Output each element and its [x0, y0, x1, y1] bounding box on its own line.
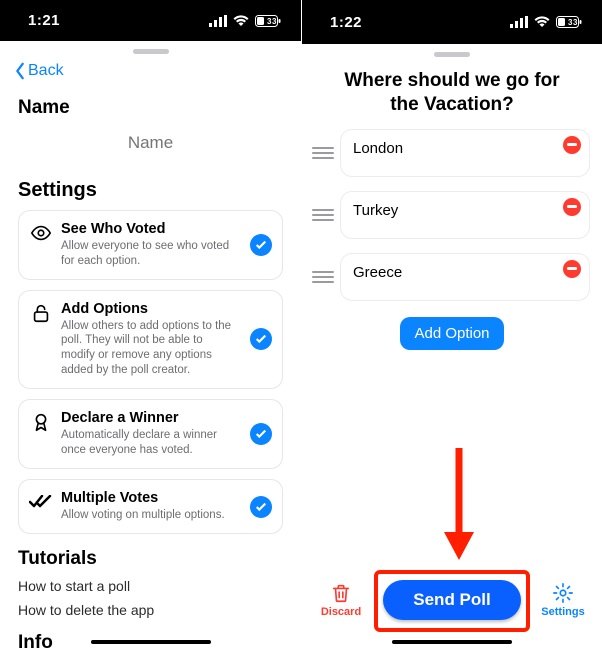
setting-title: See Who Voted [61, 221, 238, 237]
back-label: Back [28, 62, 64, 80]
home-indicator[interactable] [392, 640, 512, 644]
status-time: 1:22 [330, 14, 362, 31]
checkmark-icon[interactable] [250, 423, 272, 445]
remove-option-button[interactable] [563, 260, 581, 278]
setting-card[interactable]: Declare a Winner Automatically declare a … [18, 399, 283, 469]
option-card[interactable]: Turkey [340, 191, 590, 239]
tutorials-heading: Tutorials [18, 548, 283, 570]
setting-subtitle: Automatically declare a winner once ever… [61, 428, 238, 458]
setting-subtitle: Allow others to add options to the poll.… [61, 319, 238, 379]
setting-subtitle: Allow everyone to see who voted for each… [61, 239, 238, 269]
chevron-left-icon [14, 62, 26, 80]
tutorial-link[interactable]: How to start a poll [18, 578, 283, 594]
discard-button[interactable]: Discard [312, 582, 370, 618]
gear-icon [552, 582, 574, 604]
option-row: London [302, 129, 602, 177]
status-bar: 1:21 33 [0, 0, 301, 41]
trash-icon [330, 582, 352, 604]
name-heading: Name [18, 97, 283, 119]
settings-button[interactable]: Settings [534, 582, 592, 618]
drag-handle-icon[interactable] [312, 147, 334, 159]
eye-icon [29, 221, 53, 245]
checkmark-icon[interactable] [250, 328, 272, 350]
setting-card[interactable]: Add Options Allow others to add options t… [18, 290, 283, 390]
back-button[interactable]: Back [14, 62, 64, 80]
settings-label: Settings [541, 606, 584, 618]
svg-text:33: 33 [568, 18, 578, 27]
left-screen: 1:21 33 Back Name Settings See Who Voted… [0, 0, 301, 650]
status-icons: 33 [510, 16, 582, 28]
option-card[interactable]: Greece [340, 253, 590, 301]
tutorial-link[interactable]: How to delete the app [18, 602, 283, 618]
remove-option-button[interactable] [563, 136, 581, 154]
settings-heading: Settings [18, 179, 283, 202]
add-option-button[interactable]: Add Option [400, 317, 503, 350]
discard-label: Discard [321, 606, 361, 618]
checkmark-icon[interactable] [250, 234, 272, 256]
home-indicator[interactable] [91, 640, 211, 644]
option-label: Greece [353, 264, 402, 281]
battery-icon: 33 [255, 15, 281, 27]
status-icons: 33 [209, 15, 281, 27]
setting-subtitle: Allow voting on multiple options. [61, 508, 238, 523]
ribbon-icon [29, 410, 53, 434]
option-label: London [353, 140, 403, 157]
cellular-icon [209, 15, 227, 27]
callout-arrow [434, 440, 484, 560]
option-label: Turkey [353, 202, 398, 219]
cellular-icon [510, 16, 528, 28]
wifi-icon [233, 15, 249, 27]
wifi-icon [534, 16, 550, 28]
poll-title: Where should we go for the Vacation? [302, 61, 602, 129]
option-row: Turkey [302, 191, 602, 239]
remove-option-button[interactable] [563, 198, 581, 216]
drag-handle-icon[interactable] [312, 209, 334, 221]
sheet-grabber[interactable] [434, 52, 470, 57]
svg-text:33: 33 [267, 17, 277, 26]
setting-title: Add Options [61, 301, 238, 317]
setting-card[interactable]: See Who Voted Allow everyone to see who v… [18, 210, 283, 280]
setting-title: Multiple Votes [61, 490, 238, 506]
drag-handle-icon[interactable] [312, 271, 334, 283]
setting-card[interactable]: Multiple Votes Allow voting on multiple o… [18, 479, 283, 534]
unlock-icon [29, 301, 53, 325]
sheet-grabber[interactable] [133, 49, 169, 54]
send-poll-button[interactable]: Send Poll [383, 580, 520, 620]
checkmark-icon[interactable] [250, 496, 272, 518]
option-card[interactable]: London [340, 129, 590, 177]
battery-icon: 33 [556, 16, 582, 28]
bottom-bar: Discard Send Poll Settings [302, 570, 602, 650]
right-screen: 1:22 33 Where should we go for the Vacat… [301, 0, 602, 650]
status-bar: 1:22 33 [302, 0, 602, 44]
option-row: Greece [302, 253, 602, 301]
name-input[interactable] [18, 119, 283, 163]
status-time: 1:21 [28, 12, 60, 29]
double-check-icon [29, 490, 53, 514]
setting-title: Declare a Winner [61, 410, 238, 426]
